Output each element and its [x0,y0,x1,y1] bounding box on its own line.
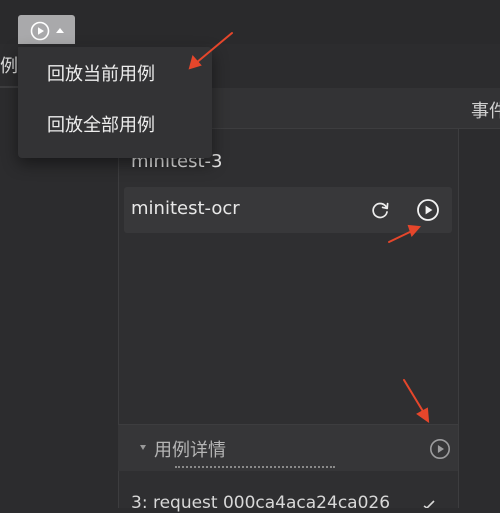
event-panel [458,88,500,508]
menu-item-replay-current[interactable]: 回放当前用例 [18,50,212,100]
caret-down-icon [140,445,146,450]
event-panel-title: 事件 [471,101,500,122]
play-dropdown-button[interactable] [18,15,75,47]
left-panel-label: 例 [0,56,18,77]
play-circle-icon[interactable] [429,438,451,460]
menu-item-replay-all[interactable]: 回放全部用例 [18,101,212,151]
case-item-label: minitest-ocr [131,198,240,219]
top-toolbar [0,0,500,44]
event-panel-header: 事件 [458,88,500,129]
check-icon [423,500,435,508]
caret-up-icon [55,28,64,33]
case-details-title: 用例详情 [154,440,226,461]
play-circle-icon[interactable] [416,198,440,222]
playback-dropdown-menu: 回放当前用例 回放全部用例 [18,47,212,158]
clipped-text [175,466,335,472]
play-circle-icon [30,21,49,41]
detail-step-line: 3: request 000ca4aca24ca026 [131,493,391,513]
refresh-icon[interactable] [369,199,391,221]
